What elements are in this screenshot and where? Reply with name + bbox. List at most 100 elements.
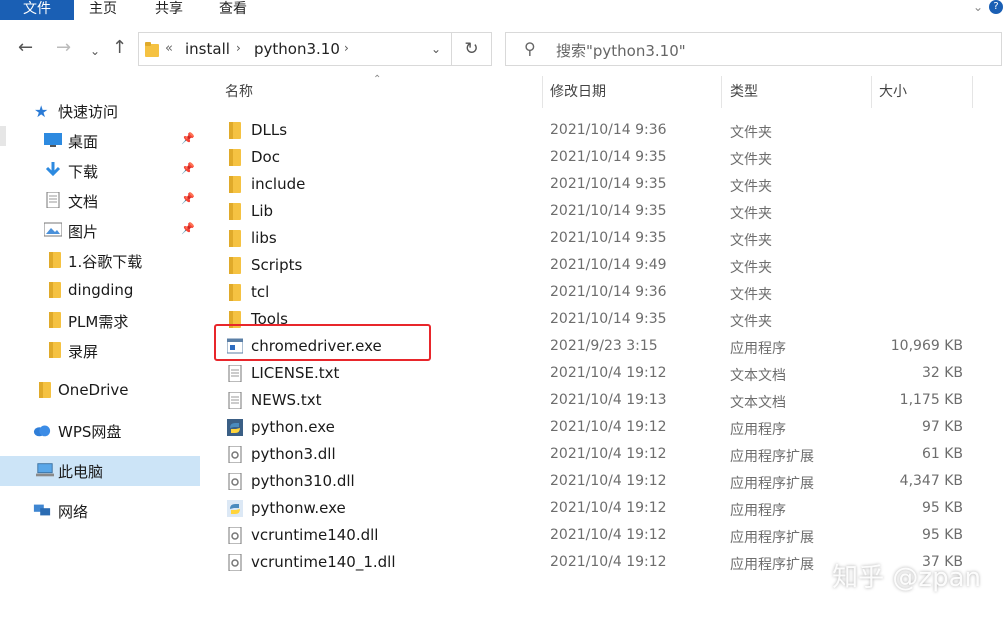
sidebar-item-label: 下载 — [68, 163, 99, 181]
sidebar-item-plm[interactable]: PLM需求 — [0, 306, 200, 336]
sidebar-item-label: 1.谷歌下载 — [68, 253, 143, 271]
file-row-python310-dll[interactable]: python310.dll 2021/10/4 19:12 应用程序扩展 4,3… — [223, 468, 998, 495]
file-row-license[interactable]: LICENSE.txt 2021/10/4 19:12 文本文档 32 KB — [223, 360, 998, 387]
folder-icon — [229, 257, 241, 274]
file-name: tcl — [251, 283, 270, 301]
tab-file[interactable]: 文件 — [0, 0, 74, 20]
sidebar-item-network[interactable]: 网络 — [0, 496, 200, 526]
file-row-doc[interactable]: Doc 2021/10/14 9:35 文件夹 — [223, 144, 998, 171]
pin-icon[interactable]: 📌 — [181, 192, 195, 205]
column-header-type[interactable]: 类型 — [730, 82, 758, 102]
column-divider[interactable] — [542, 76, 543, 108]
file-row-tcl[interactable]: tcl 2021/10/14 9:36 文件夹 — [223, 279, 998, 306]
sidebar-item-this-pc[interactable]: 此电脑 — [0, 456, 200, 486]
text-file-icon — [228, 392, 242, 409]
file-type: 文件夹 — [730, 260, 772, 276]
sidebar-item-label: 网络 — [58, 503, 89, 521]
file-type: 应用程序扩展 — [730, 449, 814, 465]
dll-gear-icon — [228, 527, 242, 544]
sidebar-item-screen-recording[interactable]: 录屏 — [0, 336, 200, 366]
dll-gear-icon — [228, 554, 242, 571]
sidebar-item-downloads[interactable]: 下载 📌 — [0, 156, 200, 186]
file-row-news[interactable]: NEWS.txt 2021/10/4 19:13 文本文档 1,175 KB — [223, 387, 998, 414]
file-name: pythonw.exe — [251, 499, 346, 517]
tab-share[interactable]: 共享 — [155, 0, 183, 20]
help-icon[interactable]: ? — [989, 0, 1003, 14]
ribbon: 文件 主页 共享 查看 ⌄ ? — [0, 0, 1007, 22]
column-header-date[interactable]: 修改日期 — [550, 82, 606, 102]
desktop-icon — [44, 133, 62, 147]
address-bar[interactable]: « install › python3.10 › ⌄ — [138, 32, 452, 66]
file-type: 文本文档 — [730, 368, 786, 384]
tab-home[interactable]: 主页 — [89, 0, 117, 20]
column-divider[interactable] — [871, 76, 872, 108]
search-input[interactable]: ⚲ 搜索"python3.10" — [505, 32, 1002, 66]
address-dropdown-chevron-icon[interactable]: ⌄ — [431, 42, 441, 56]
sidebar-item-desktop[interactable]: 桌面 📌 — [0, 126, 200, 156]
sidebar-item-wps-cloud[interactable]: WPS网盘 — [0, 416, 200, 446]
breadcrumb-separator-icon[interactable]: › — [344, 41, 349, 55]
forward-arrow-icon[interactable]: → — [56, 38, 71, 58]
sidebar-item-label: 图片 — [68, 223, 99, 241]
file-row-vcruntime140-dll[interactable]: vcruntime140.dll 2021/10/4 19:12 应用程序扩展 … — [223, 522, 998, 549]
file-type: 应用程序 — [730, 341, 786, 357]
recent-locations-chevron-icon[interactable]: ⌄ — [90, 41, 100, 61]
file-name: Scripts — [251, 256, 303, 274]
navigation-pane: ★ 快速访问 桌面 📌 下载 📌 文档 📌 图片 📌 1.谷歌下载 dingdi… — [0, 72, 200, 620]
download-arrow-icon — [45, 162, 61, 177]
text-file-icon — [228, 365, 242, 382]
file-name: python3.dll — [251, 445, 336, 463]
sidebar-item-label: WPS网盘 — [58, 423, 122, 441]
file-type: 文件夹 — [730, 179, 772, 195]
column-header-name[interactable]: 名称 — [225, 82, 253, 102]
file-row-python-exe[interactable]: python.exe 2021/10/4 19:12 应用程序 97 KB — [223, 414, 998, 441]
file-row-libs[interactable]: libs 2021/10/14 9:35 文件夹 — [223, 225, 998, 252]
annotation-highlight-box — [214, 324, 431, 361]
python-icon — [227, 500, 243, 517]
up-arrow-icon[interactable]: ↑ — [112, 38, 127, 58]
file-name: python310.dll — [251, 472, 355, 490]
sidebar-item-onedrive[interactable]: OneDrive — [0, 376, 200, 406]
sidebar-item-google-downloads[interactable]: 1.谷歌下载 — [0, 246, 200, 276]
file-date: 2021/10/4 19:12 — [550, 500, 667, 516]
sidebar-item-label: dingding — [68, 281, 134, 299]
file-name: Lib — [251, 202, 274, 220]
breadcrumb-separator-icon[interactable]: › — [236, 41, 241, 55]
file-date: 2021/10/14 9:49 — [550, 257, 667, 273]
file-type: 应用程序扩展 — [730, 476, 814, 492]
pin-icon[interactable]: 📌 — [181, 222, 195, 235]
file-name: libs — [251, 229, 277, 247]
refresh-icon[interactable]: ↻ — [452, 32, 492, 66]
file-row-lib[interactable]: Lib 2021/10/14 9:35 文件夹 — [223, 198, 998, 225]
pin-icon[interactable]: 📌 — [181, 132, 195, 145]
ribbon-expand-chevron-icon[interactable]: ⌄ — [973, 0, 983, 14]
sidebar-item-pictures[interactable]: 图片 📌 — [0, 216, 200, 246]
file-type: 文件夹 — [730, 125, 772, 141]
file-row-dlls[interactable]: DLLs 2021/10/14 9:36 文件夹 — [223, 117, 998, 144]
folder-icon — [229, 176, 241, 193]
pin-icon[interactable]: 📌 — [181, 162, 195, 175]
file-size: 4,347 KB — [899, 473, 963, 489]
breadcrumb-install[interactable]: install — [185, 40, 230, 58]
folder-icon — [49, 282, 61, 298]
file-row-pythonw-exe[interactable]: pythonw.exe 2021/10/4 19:12 应用程序 95 KB — [223, 495, 998, 522]
sidebar-item-label: 录屏 — [68, 343, 99, 361]
back-arrow-icon[interactable]: ← — [18, 38, 33, 58]
file-row-include[interactable]: include 2021/10/14 9:35 文件夹 — [223, 171, 998, 198]
navigation-bar: ← → ⌄ ↑ « install › python3.10 › ⌄ ↻ ⚲ 搜… — [0, 28, 1007, 70]
file-row-python3-dll[interactable]: python3.dll 2021/10/4 19:12 应用程序扩展 61 KB — [223, 441, 998, 468]
file-date: 2021/10/14 9:35 — [550, 203, 667, 219]
file-name: DLLs — [251, 121, 288, 139]
folder-icon — [49, 252, 61, 268]
column-header-size[interactable]: 大小 — [879, 82, 907, 102]
sidebar-item-dingding[interactable]: dingding — [0, 276, 200, 306]
sidebar-item-quick-access[interactable]: ★ 快速访问 — [0, 96, 200, 126]
sidebar-item-documents[interactable]: 文档 📌 — [0, 186, 200, 216]
column-divider[interactable] — [972, 76, 973, 108]
breadcrumb-overflow[interactable]: « — [165, 41, 173, 56]
file-row-scripts[interactable]: Scripts 2021/10/14 9:49 文件夹 — [223, 252, 998, 279]
column-divider[interactable] — [721, 76, 722, 108]
sidebar-item-label: 文档 — [68, 193, 99, 211]
breadcrumb-python310[interactable]: python3.10 — [254, 40, 340, 58]
tab-view[interactable]: 查看 — [219, 0, 247, 20]
